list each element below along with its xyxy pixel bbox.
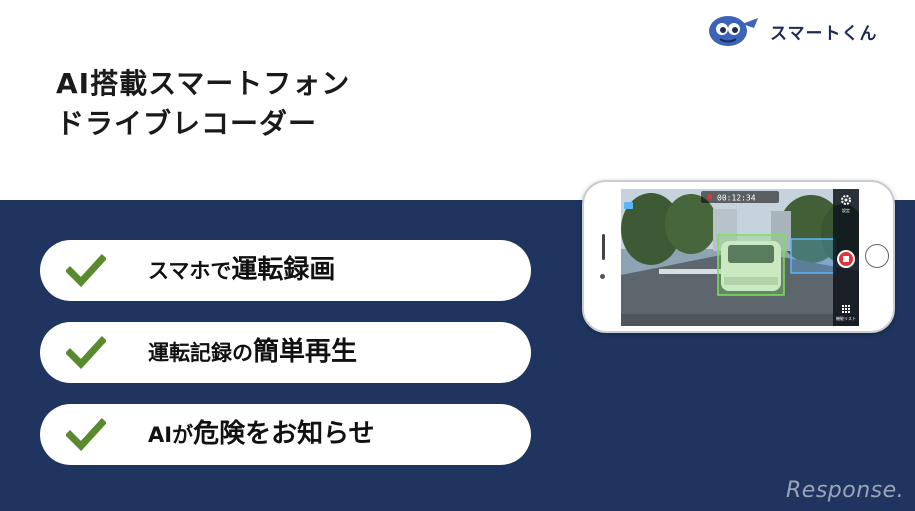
phone-mockup: 00:12:34 設定 機能リスト (582, 180, 895, 333)
detection-box-vehicle (790, 238, 836, 274)
page-title: AI搭載スマートフォン ドライブレコーダー (56, 64, 350, 144)
feature-pill-playback: 運転記録の簡単再生 (40, 322, 531, 383)
check-icon (66, 418, 106, 451)
feature-label: スマホで運転録画 (148, 255, 336, 285)
check-icon (66, 336, 106, 369)
record-button[interactable] (837, 250, 855, 268)
feature-pill-recording: スマホで運転録画 (40, 240, 531, 301)
settings-label: 設定 (842, 207, 850, 213)
title-line-2: ドライブレコーダー (56, 107, 318, 140)
response-watermark: Response. (786, 478, 905, 503)
feature-label: 運転記録の簡単再生 (148, 337, 358, 367)
menu-label: 機能リスト (836, 315, 856, 321)
recording-timer: 00:12:34 (717, 194, 756, 203)
feature-label: AIが危険をお知らせ (148, 419, 375, 449)
feature-pill-alert: AIが危険をお知らせ (40, 404, 531, 465)
title-line-1: AI搭載スマートフォン (56, 67, 351, 100)
phone-camera-dot (600, 274, 605, 279)
camera-mode-icon[interactable] (624, 202, 633, 209)
brand-logo: スマートくん (706, 14, 878, 48)
menu-grid-icon[interactable] (842, 305, 850, 313)
phone-speaker (602, 234, 605, 260)
brand-name: スマートくん (770, 23, 878, 44)
check-icon (66, 254, 106, 287)
mascot-icon (709, 16, 758, 46)
detection-box-car (717, 234, 785, 296)
app-screen: 00:12:34 設定 機能リスト (621, 189, 859, 326)
dashcam-view: 00:12:34 設定 機能リスト (621, 189, 859, 326)
phone-home-button (865, 244, 889, 268)
